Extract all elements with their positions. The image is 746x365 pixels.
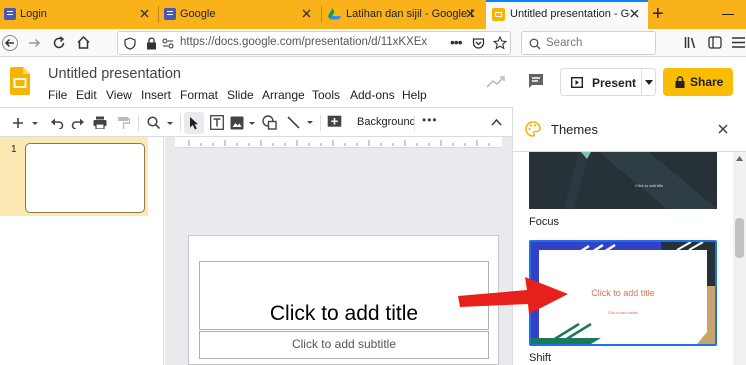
tab-title: Login <box>20 8 47 20</box>
home-icon[interactable] <box>76 35 91 50</box>
subtitle-placeholder: Click to add subtitle <box>291 337 397 351</box>
new-tab-button[interactable]: + <box>652 2 664 26</box>
subtitle-placeholder-box[interactable]: Click to add subtitle <box>199 331 489 359</box>
search-icon <box>529 38 541 50</box>
slide-number: 1 <box>11 144 17 155</box>
horizontal-ruler <box>175 137 502 148</box>
more-options-icon[interactable]: ••• <box>422 113 438 127</box>
scrollbar-thumb[interactable] <box>735 218 744 258</box>
theme-card-focus[interactable]: Click to add title <box>529 152 717 209</box>
browser-tab-login[interactable]: Login <box>0 0 158 29</box>
select-tool-button[interactable] <box>184 112 204 134</box>
back-icon[interactable] <box>2 35 18 51</box>
browser-nav-bar: https://docs.google.com/presentation/d/1… <box>0 29 746 57</box>
themes-panel: Themes Click to add title Focus Click to… <box>512 107 746 365</box>
browser-tab-slides[interactable]: Untitled presentation - Goog <box>486 0 648 29</box>
search-placeholder: Search <box>546 37 583 49</box>
undo-icon[interactable] <box>50 116 64 129</box>
red-arrow-annotation <box>458 277 568 314</box>
slide-canvas: Click to add title Click to add subtitle <box>165 137 512 365</box>
menu-arrange[interactable]: Arrange <box>262 88 305 102</box>
google-drive-icon <box>328 8 341 20</box>
activity-trend-icon[interactable] <box>486 75 506 89</box>
close-tab-icon[interactable] <box>139 8 150 19</box>
page-actions-icon[interactable]: ••• <box>450 34 463 50</box>
title-placeholder-box[interactable]: Click to add title <box>199 261 489 330</box>
lock-icon[interactable] <box>146 37 157 50</box>
close-tab-icon[interactable] <box>301 8 312 19</box>
theme-name-shift: Shift <box>529 352 552 364</box>
palette-icon <box>525 121 541 137</box>
zoom-icon[interactable] <box>147 116 173 130</box>
slides-icon <box>492 8 505 21</box>
menu-icon[interactable] <box>732 37 745 48</box>
add-comment-icon[interactable] <box>327 115 342 130</box>
redo-icon[interactable] <box>71 116 85 129</box>
menu-file[interactable]: File <box>48 88 67 102</box>
browser-tab-google[interactable]: Google <box>160 0 320 29</box>
url-text[interactable]: https://docs.google.com/presentation/d/1… <box>180 36 442 48</box>
pocket-icon[interactable] <box>472 37 485 50</box>
close-tab-icon[interactable] <box>465 8 476 19</box>
menu-slide[interactable]: Slide <box>227 88 254 102</box>
tab-title: Latihan dan sijil - Google Dri <box>346 8 474 20</box>
forms-icon <box>4 8 16 20</box>
filmstrip-slide-selected[interactable]: 1 <box>0 137 148 216</box>
reload-icon[interactable] <box>52 36 66 50</box>
menu-insert[interactable]: Insert <box>141 88 171 102</box>
menu-view[interactable]: View <box>106 88 132 102</box>
themes-heading: Themes <box>551 122 598 137</box>
library-icon[interactable] <box>684 36 698 49</box>
editing-toolbar: Background ••• <box>0 107 512 137</box>
theme-name-focus: Focus <box>529 216 559 228</box>
background-button[interactable]: Background <box>357 116 416 128</box>
insert-image-icon[interactable] <box>230 116 256 130</box>
comments-icon[interactable] <box>527 72 545 90</box>
browser-tab-strip: Login Google Latihan dan sijil - Google … <box>0 0 746 29</box>
minimize-button[interactable] <box>722 14 734 15</box>
browser-tab-drive[interactable]: Latihan dan sijil - Google Dri <box>322 0 484 29</box>
slides-logo-icon[interactable] <box>10 67 30 95</box>
search-bar[interactable]: Search <box>521 31 656 55</box>
theme-preview-text: Click to add title <box>635 183 664 188</box>
document-title[interactable]: Untitled presentation <box>48 66 181 82</box>
slide-thumbnail[interactable] <box>25 143 145 213</box>
slide[interactable]: Click to add title Click to add subtitle <box>188 235 499 365</box>
menu-addons[interactable]: Add-ons <box>350 88 395 102</box>
forward-icon[interactable] <box>27 36 41 50</box>
menu-format[interactable]: Format <box>180 88 218 102</box>
present-options-icon[interactable] <box>645 80 653 85</box>
url-bar[interactable]: https://docs.google.com/presentation/d/1… <box>117 31 511 55</box>
present-icon <box>571 77 583 88</box>
slides-header: Untitled presentation File Edit View Ins… <box>0 57 746 107</box>
slide-filmstrip: 1 <box>0 137 164 365</box>
shape-icon[interactable] <box>262 115 284 130</box>
text-box-icon[interactable] <box>210 115 224 130</box>
shield-icon[interactable] <box>124 37 136 50</box>
forms-icon <box>164 8 176 20</box>
share-button[interactable]: Share <box>663 68 733 96</box>
print-icon[interactable] <box>93 116 107 129</box>
paint-format-icon[interactable] <box>117 116 130 130</box>
close-icon[interactable] <box>718 124 728 134</box>
menu-help[interactable]: Help <box>402 88 427 102</box>
tab-title: Untitled presentation - Goog <box>510 8 630 20</box>
present-label: Present <box>592 76 637 90</box>
line-icon[interactable] <box>287 115 315 130</box>
share-label: Share <box>690 75 724 89</box>
collapse-icon[interactable] <box>491 118 502 126</box>
menu-tools[interactable]: Tools <box>312 88 340 102</box>
title-placeholder: Click to add title <box>269 302 419 325</box>
themes-scrollbar[interactable] <box>733 152 746 365</box>
tab-title: Google <box>180 8 216 20</box>
permissions-icon[interactable] <box>162 38 174 50</box>
new-slide-icon[interactable] <box>12 116 38 130</box>
present-button[interactable]: Present <box>560 68 656 96</box>
bookmark-star-icon[interactable] <box>493 36 507 50</box>
menu-edit[interactable]: Edit <box>76 88 97 102</box>
close-tab-icon[interactable] <box>629 8 640 19</box>
lock-icon <box>675 76 685 88</box>
sidebar-icon[interactable] <box>708 36 722 49</box>
cursor-icon <box>190 117 198 130</box>
